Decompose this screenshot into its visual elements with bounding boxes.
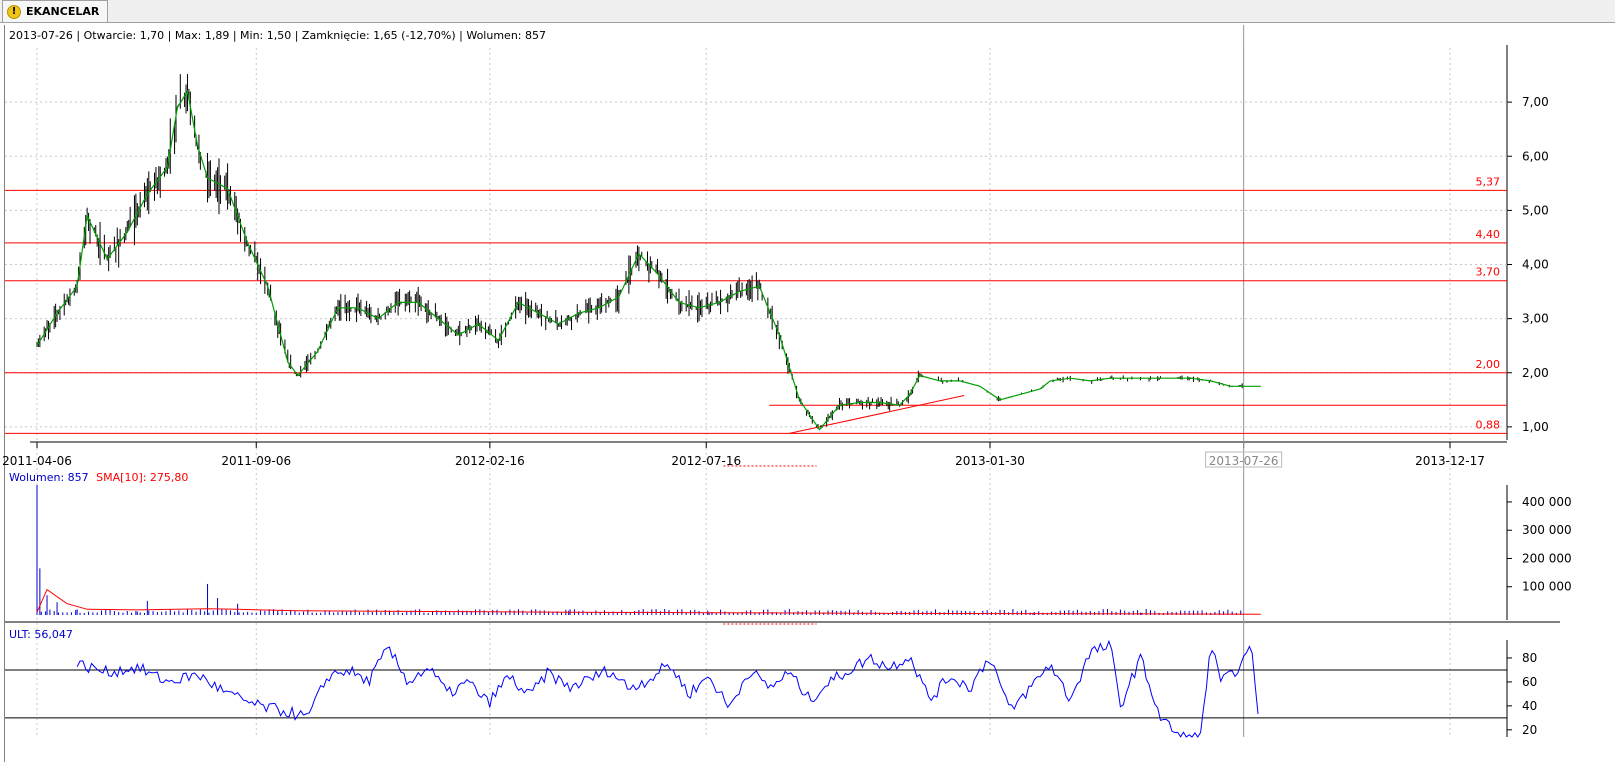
ult-y-tick-label: 60 <box>1522 675 1537 689</box>
ult-info-line: ULT: 56,047 <box>9 628 73 641</box>
x-tick-label: 2013-01-30 <box>955 454 1025 468</box>
y-tick-label: 1,00 <box>1522 420 1549 434</box>
x-tick-label: 2012-02-16 <box>455 454 525 468</box>
volume-y-tick-label: 200 000 <box>1522 551 1572 565</box>
volume-y-tick-label: 400 000 <box>1522 495 1572 509</box>
stock-chart[interactable]: 2011-04-06 2011-09-06 2012-02-16 2012-07-16… <box>0 0 1615 762</box>
x-tick-label: 2011-09-06 <box>221 454 291 468</box>
y-tick-label: 3,00 <box>1522 312 1549 326</box>
y-tick-label: 2,00 <box>1522 366 1549 380</box>
level-label: 2,00 <box>1476 358 1501 371</box>
level-label: 4,40 <box>1476 228 1501 241</box>
y-tick-label: 4,00 <box>1522 258 1549 272</box>
price-bars <box>36 74 1243 430</box>
y-tick-label: 7,00 <box>1522 95 1549 109</box>
y-tick-label: 6,00 <box>1522 149 1549 163</box>
volume-label: Wolumen: 857 <box>9 471 89 484</box>
volume-y-tick-label: 100 000 <box>1522 580 1572 594</box>
level-label: 3,70 <box>1476 266 1501 279</box>
x-tick-label: 2013-12-17 <box>1415 454 1485 468</box>
ult-y-tick-label: 20 <box>1522 723 1537 737</box>
price-info-line: 2013-07-26 | Otwarcie: 1,70 | Max: 1,89 … <box>9 29 546 42</box>
y-tick-label: 5,00 <box>1522 203 1549 217</box>
ult-y-tick-label: 40 <box>1522 699 1537 713</box>
ult-line <box>76 639 1259 738</box>
x-tick-label: 2012-07-16 <box>671 454 741 468</box>
level-label: 0,88 <box>1476 418 1501 431</box>
level-label: 5,37 <box>1476 175 1501 188</box>
volume-info-line: Wolumen: 857 SMA[10]: 275,80 <box>9 471 188 484</box>
volume-bars <box>36 485 1245 615</box>
sma-line <box>36 89 1261 431</box>
ult-y-tick-label: 80 <box>1522 651 1537 665</box>
volume-sma-label: SMA[10]: 275,80 <box>96 471 189 484</box>
x-tick-label: 2011-04-06 <box>2 454 72 468</box>
volume-y-tick-label: 300 000 <box>1522 523 1572 537</box>
